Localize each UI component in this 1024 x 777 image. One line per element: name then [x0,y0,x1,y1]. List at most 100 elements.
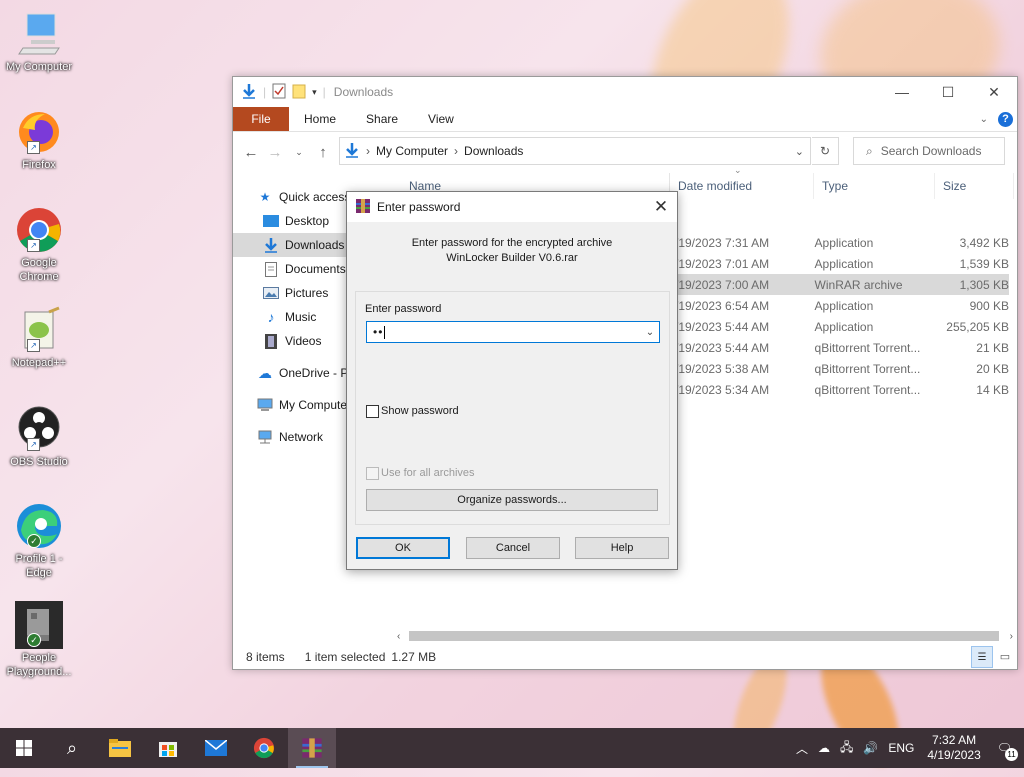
properties-icon[interactable] [272,83,286,102]
store-taskbar-icon[interactable] [144,728,192,768]
star-icon: ★ [259,190,271,204]
refresh-icon[interactable]: ↻ [812,137,839,165]
separator: | [263,85,267,99]
search-box[interactable]: ⌕ Search Downloads [853,137,1005,165]
tab-file[interactable]: File [233,107,289,131]
horizontal-scrollbar[interactable]: ‹ › [393,629,1017,643]
search-icon[interactable]: ⌕ [48,728,96,768]
taskbar: ⌕ ︿ ☁ 🖧 🔊 ENG 7:32 AM 4/19/2023 🗨 11 [0,728,1024,768]
music-note-icon: ♪ [267,309,275,325]
new-folder-icon[interactable] [292,83,306,102]
address-bar[interactable]: › My Computer › Downloads ⌄ [339,137,811,165]
expand-ribbon-chevron-icon[interactable]: ⌄ [980,114,988,125]
sync-check-icon: ✓ [27,534,41,548]
network-icon[interactable]: 🖧 [835,738,858,759]
clock-date: 4/19/2023 [927,748,981,762]
back-arrow-icon[interactable]: ← [239,144,263,161]
archive-name: WinLocker Builder V0.6.rar [446,252,578,264]
desktop-icon-notepadpp[interactable]: ↗ Notepad++ [2,306,76,370]
desktop-icon-my-computer[interactable]: My Computer [2,10,76,74]
cloud-icon: ☁ [258,364,272,381]
show-password-checkbox[interactable] [366,405,379,418]
forward-arrow-icon[interactable]: → [263,144,287,161]
scroll-right-icon[interactable]: › [1010,631,1013,642]
help-button[interactable]: Help [575,537,669,559]
column-header-date[interactable]: Date modified ⌄ [670,165,814,199]
firefox-icon: ↗ [15,108,63,156]
notifications-icon[interactable]: 🗨 11 [989,741,1024,761]
video-icon [263,333,279,349]
notepadpp-icon: ↗ [15,306,63,354]
desktop-icon-label: My Computer [5,61,73,73]
scrollbar-thumb[interactable] [409,631,999,641]
up-arrow-icon[interactable]: ↑ [311,144,335,161]
column-header-size[interactable]: Size [935,173,1014,199]
computer-icon [15,10,63,58]
breadcrumb-downloads[interactable]: Downloads [464,144,523,158]
download-arrow-icon[interactable] [241,83,257,102]
language-indicator[interactable]: ENG [883,741,919,755]
desktop-icon-label: Firefox [22,159,56,171]
close-icon[interactable]: ✕ [971,77,1017,107]
chrome-taskbar-icon[interactable] [240,728,288,768]
dialog-title: Enter password [377,200,461,214]
tab-home[interactable]: Home [289,107,351,131]
network-icon [257,429,273,445]
desktop-folder-icon [263,213,279,229]
obs-icon: ↗ [15,405,63,453]
computer-icon [257,397,273,413]
tab-view[interactable]: View [413,107,469,131]
customize-toolbar-chevron-icon[interactable]: ▾ [312,87,317,98]
shortcut-arrow-icon: ↗ [27,239,40,252]
status-size: 1.27 MB [391,650,437,664]
help-icon[interactable]: ? [998,111,1013,127]
details-view-icon[interactable]: ☰ [971,646,993,668]
sort-chevron-icon: ⌄ [734,165,742,175]
breadcrumb-separator-icon: › [454,144,459,158]
desktop-icon-people-playground[interactable]: ✓ People Playground... [2,601,76,679]
desktop-icon-chrome[interactable]: ↗ Google Chrome [2,206,76,284]
show-password-label: Show password [381,405,459,417]
window-title: Downloads [333,85,394,99]
password-group: Enter password •• ⌄ Show password Use fo… [355,291,670,525]
show-hidden-icons-chevron-icon[interactable]: ︿ [791,740,813,757]
close-icon[interactable]: ✕ [645,197,677,217]
mail-taskbar-icon[interactable] [192,728,240,768]
password-input[interactable]: •• ⌄ [366,321,660,343]
cancel-button[interactable]: Cancel [466,537,560,559]
document-icon [263,261,279,277]
explorer-titlebar: | ▾ | Downloads — ☐ ✕ [233,77,1017,107]
address-dropdown-chevron-icon[interactable]: ⌄ [795,145,804,158]
recent-locations-chevron-icon[interactable]: ⌄ [287,147,311,158]
start-button[interactable] [0,728,48,768]
desktop-icon-label: OBS Studio [10,456,68,468]
password-history-chevron-icon[interactable]: ⌄ [641,327,659,338]
winrar-taskbar-icon[interactable] [288,728,336,768]
use-for-all-archives-label: Use for all archives [381,467,475,479]
sync-check-icon: ✓ [27,633,41,647]
file-explorer-taskbar-icon[interactable] [96,728,144,768]
desktop-icon-edge[interactable]: ✓ Profile 1 - Edge [2,502,76,580]
system-tray: ︿ ☁ 🖧 🔊 ENG 7:32 AM 4/19/2023 🗨 11 [791,733,1024,763]
column-header-type[interactable]: Type [814,173,935,199]
password-dialog: Enter password ✕ Enter password for the … [346,191,678,570]
scroll-left-icon[interactable]: ‹ [397,631,400,642]
onedrive-cloud-icon[interactable]: ☁ [813,741,835,755]
download-arrow-icon [263,237,279,253]
clock[interactable]: 7:32 AM 4/19/2023 [919,733,988,763]
desktop-icon-obs[interactable]: ↗ OBS Studio [2,405,76,469]
large-icons-view-icon[interactable]: ▭ [995,646,1015,666]
desktop-icon-firefox[interactable]: ↗ Firefox [2,108,76,172]
ok-button[interactable]: OK [356,537,450,559]
organize-passwords-button[interactable]: Organize passwords... [366,489,658,511]
minimize-icon[interactable]: — [879,77,925,107]
ribbon: File Home Share View ⌄ ? [233,107,1017,132]
use-for-all-archives-checkbox[interactable] [366,467,379,480]
maximize-icon[interactable]: ☐ [925,77,971,107]
desktop-icon-label: Profile 1 - Edge [15,553,63,579]
breadcrumb-my-computer[interactable]: My Computer [376,144,448,158]
edge-icon: ✓ [15,502,63,550]
volume-icon[interactable]: 🔊 [858,741,883,755]
dialog-titlebar: Enter password ✕ [347,192,677,222]
tab-share[interactable]: Share [351,107,413,131]
